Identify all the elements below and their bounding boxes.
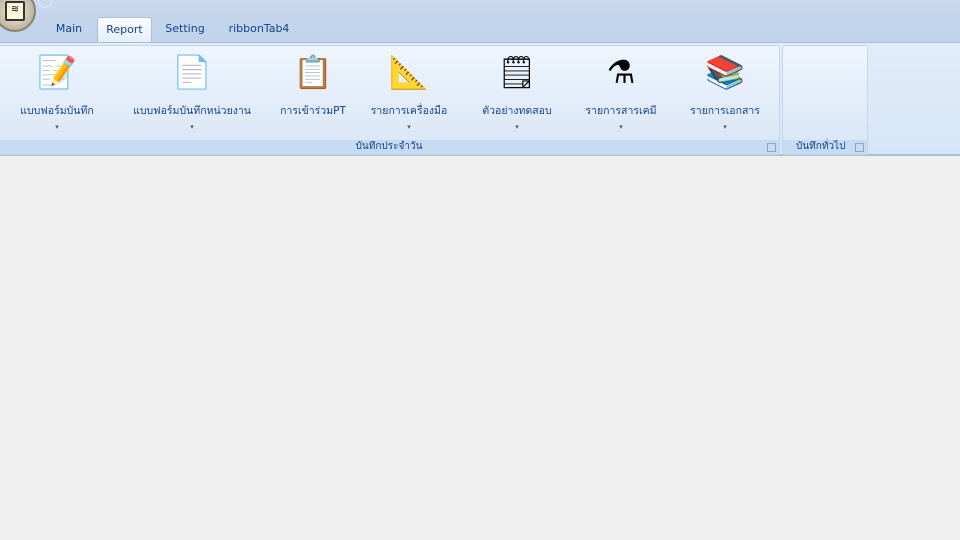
- button-label: รายการเครื่องมือ: [370, 105, 448, 117]
- dialog-launcher-icon[interactable]: [767, 143, 776, 152]
- form-pen-icon: 📄: [172, 53, 212, 91]
- workspace: [0, 158, 960, 540]
- button-label: ตัวอย่างทดสอบ: [482, 105, 552, 117]
- tab-main[interactable]: Main: [48, 17, 90, 42]
- application-menu-button[interactable]: ≋: [0, 0, 36, 32]
- tab-report[interactable]: Report: [97, 17, 152, 42]
- documents-list-button[interactable]: 📚 รายการเอกสาร ▾: [683, 50, 767, 131]
- dialog-launcher-icon[interactable]: [855, 143, 864, 152]
- clipboard-checklist-icon: 📋: [293, 53, 333, 91]
- chevron-down-icon: ▾: [723, 123, 727, 131]
- test-sample-button[interactable]: 🗒 ตัวอย่างทดสอบ ▾: [473, 50, 561, 131]
- group-daily-record: 📝 แบบฟอร์มบันทึก ▾ 📄 แบบฟอร์มบันทึกหน่วย…: [0, 45, 780, 155]
- chemicals-list-button[interactable]: ⚗ รายการสารเคมี ▾: [579, 50, 663, 131]
- button-dropdown: [275, 123, 351, 131]
- button-label: แบบฟอร์มบันทึกหน่วยงาน: [133, 105, 251, 117]
- books-folder-icon: 📚: [705, 53, 745, 91]
- form-record-button[interactable]: 📝 แบบฟอร์มบันทึก ▾: [11, 50, 103, 131]
- form-pencil-icon: 📝: [37, 53, 77, 91]
- chevron-down-icon: ▾: [515, 123, 519, 131]
- chevron-down-icon: ▾: [190, 123, 194, 131]
- tools-ruler-icon: 📐: [389, 53, 429, 91]
- flask-icon: ⚗: [606, 53, 636, 91]
- group-general-record: บันทึกทั่วไป: [782, 45, 868, 155]
- chevron-down-icon: ▾: [407, 123, 411, 131]
- tab-ribbontab4[interactable]: ribbonTab4: [222, 17, 296, 42]
- tools-list-button[interactable]: 📐 รายการเครื่องมือ ▾: [367, 50, 451, 131]
- tab-setting[interactable]: Setting: [160, 17, 210, 42]
- button-label: รายการสารเคมี: [585, 105, 657, 117]
- app-logo-icon: ≋: [5, 1, 25, 21]
- ribbon: 📝 แบบฟอร์มบันทึก ▾ 📄 แบบฟอร์มบันทึกหน่วย…: [0, 42, 960, 156]
- button-label: รายการเอกสาร: [690, 105, 760, 117]
- chevron-down-icon: ▾: [619, 123, 623, 131]
- group-label: บันทึกประจำวัน: [0, 140, 779, 154]
- title-bar: ≋ Main Report Setting ribbonTab4: [0, 0, 960, 42]
- button-label: แบบฟอร์มบันทึก: [20, 105, 94, 117]
- quick-access-toolbar[interactable]: [38, 0, 52, 8]
- chevron-down-icon: ▾: [55, 123, 59, 131]
- pt-participation-button[interactable]: 📋 การเข้าร่วมPT: [275, 50, 351, 130]
- button-label: การเข้าร่วมPT: [280, 105, 346, 117]
- unit-form-record-button[interactable]: 📄 แบบฟอร์มบันทึกหน่วยงาน ▾: [125, 50, 259, 131]
- clipboard-sample-icon: 🗒: [496, 53, 538, 91]
